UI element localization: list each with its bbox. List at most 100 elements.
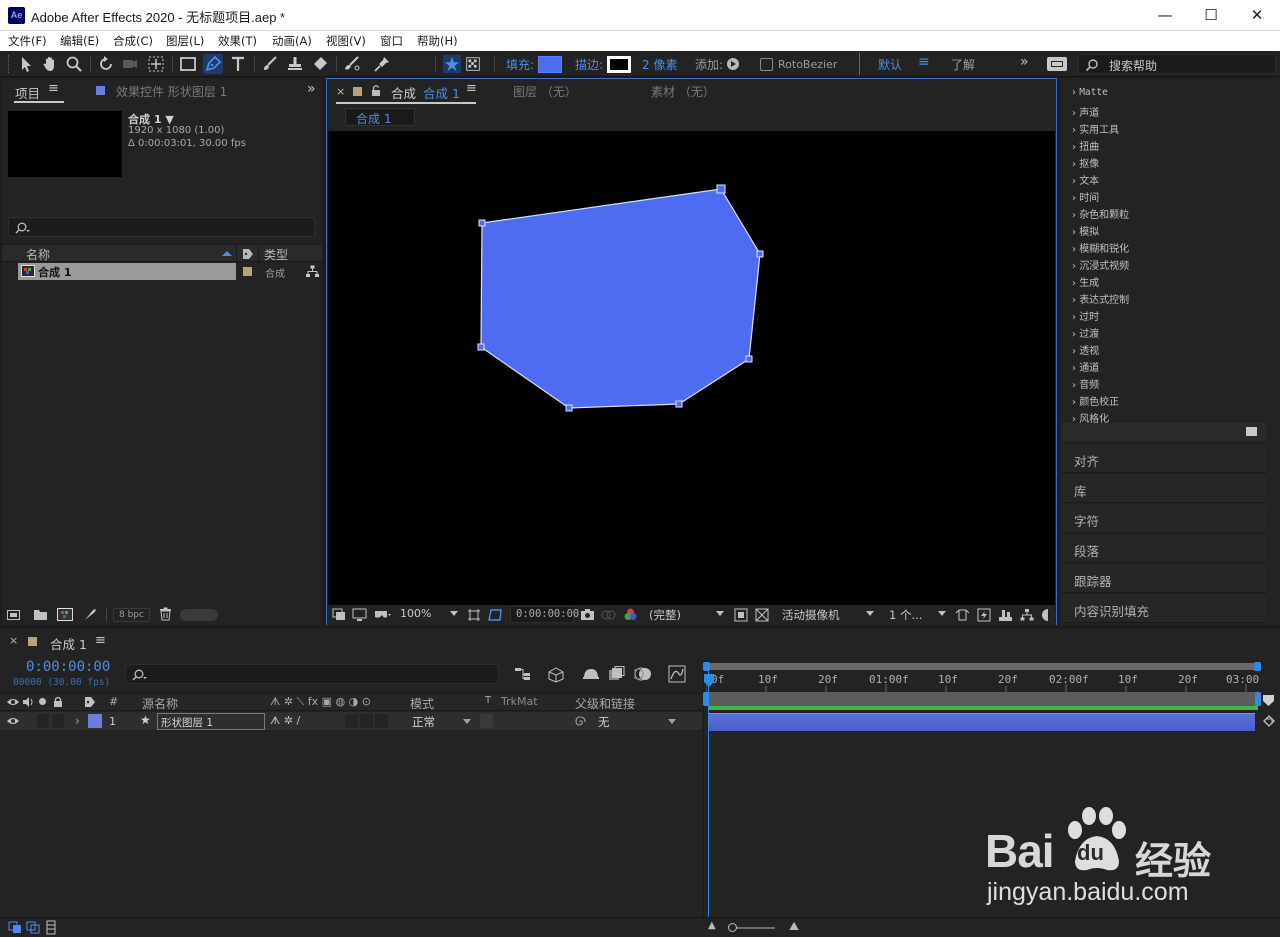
switches-header[interactable]: ᗑ ✲ ⟍ fx ▣ ◍ ◑ ⊙ [270, 695, 371, 709]
column-name-header[interactable]: 名称 [26, 246, 50, 263]
composition-canvas[interactable] [328, 131, 1055, 605]
preserve-transparency-header[interactable]: T [485, 695, 491, 706]
time-navigator-bar[interactable] [706, 663, 1258, 670]
libraries-panel[interactable]: 库 [1062, 475, 1266, 503]
effect-category-obsolete[interactable]: › 过时 [1072, 308, 1099, 323]
current-time-display[interactable]: 0:00:00:00 [26, 659, 110, 675]
effect-category-noise-grain[interactable]: › 杂色和颗粒 [1072, 206, 1129, 221]
layer-solo-toggle[interactable] [37, 714, 49, 728]
menu-layer[interactable]: 图层(L) [166, 33, 204, 49]
pen-tool-icon[interactable] [203, 54, 223, 74]
menu-window[interactable]: 窗口 [380, 33, 403, 49]
stroke-width-value[interactable]: 2 像素 [642, 56, 677, 73]
effect-category-channel[interactable]: › 声道 [1072, 104, 1099, 119]
hand-tool-icon[interactable] [40, 54, 60, 74]
effect-category-distort[interactable]: › 扭曲 [1072, 138, 1099, 153]
zoom-in-mountain-icon[interactable]: ⛰ [789, 919, 799, 934]
mask-visibility-icon[interactable] [488, 608, 503, 622]
timeline-icon[interactable] [998, 608, 1013, 622]
layer-mode-dropdown[interactable]: 正常 [406, 713, 474, 730]
solo-header-icon[interactable] [39, 698, 46, 705]
menu-effect[interactable]: 效果(T) [218, 33, 257, 49]
shy-layers-icon[interactable] [582, 666, 600, 682]
show-snapshot-icon[interactable] [601, 608, 616, 622]
source-name-header[interactable]: 源名称 [142, 695, 178, 712]
rgb-channel-icon[interactable] [623, 607, 638, 622]
project-tab-menu-icon[interactable]: ≡ [48, 81, 59, 96]
new-folder-icon[interactable] [33, 608, 48, 621]
pan-behind-tool-icon[interactable] [146, 54, 166, 74]
type-tool-icon[interactable] [228, 54, 248, 74]
rotobezier-checkbox[interactable] [760, 58, 773, 71]
align-panel[interactable]: 对齐 [1062, 445, 1266, 473]
effect-category-text[interactable]: › 文本 [1072, 172, 1099, 187]
add-menu-icon[interactable] [727, 58, 739, 70]
sort-ascending-icon[interactable] [222, 251, 232, 256]
zoom-tool-icon[interactable] [64, 54, 84, 74]
shape-layer-canvas[interactable] [328, 131, 1055, 605]
label-tag-icon[interactable] [242, 248, 254, 260]
pick-whip-spiral-icon[interactable] [573, 715, 586, 728]
brush-tool-icon[interactable] [260, 54, 280, 74]
track-matte-header[interactable]: TrkMat [501, 695, 538, 708]
zoom-level-dropdown[interactable]: 100% [400, 607, 431, 620]
work-area-end-handle[interactable] [1255, 692, 1261, 706]
project-search-input[interactable] [8, 217, 315, 237]
eraser-tool-icon[interactable] [310, 54, 330, 74]
roto-brush-tool-icon[interactable] [342, 54, 362, 74]
rectangle-tool-icon[interactable] [178, 54, 198, 74]
timeline-tab-menu-icon[interactable]: ≡ [95, 633, 106, 648]
menu-file[interactable]: 文件(F) [8, 33, 47, 49]
new-composition-icon[interactable] [57, 608, 73, 621]
frame-blending-icon[interactable] [608, 666, 625, 682]
effect-category-time[interactable]: › 时间 [1072, 189, 1099, 204]
tracker-panel[interactable]: 跟踪器 [1062, 565, 1266, 593]
timeline-zoom-knob[interactable] [728, 923, 737, 932]
lock-icon[interactable] [371, 84, 381, 97]
monitor-icon[interactable] [352, 608, 367, 622]
layer-visibility-icon[interactable] [6, 716, 20, 726]
effect-category-perspective[interactable]: › 透视 [1072, 342, 1099, 357]
reset-exposure-icon[interactable] [1041, 608, 1055, 622]
layer-switch-slot[interactable] [345, 714, 358, 728]
effect-category-generate[interactable]: › 生成 [1072, 274, 1099, 289]
audio-header-icon[interactable] [22, 696, 34, 708]
zoom-out-mountain-icon[interactable]: ▲ [708, 920, 716, 931]
close-tab-icon[interactable]: × [9, 634, 18, 647]
mode-header[interactable]: 模式 [410, 695, 434, 712]
interpret-footage-icon[interactable] [7, 608, 21, 621]
motion-blur-icon[interactable] [634, 666, 652, 683]
footage-viewer-tab[interactable]: 素材 （无） [651, 83, 715, 100]
thumbnail-size-slider[interactable] [180, 609, 218, 621]
camera-snapshot-icon[interactable] [580, 608, 595, 622]
effect-category-expression-controls[interactable]: › 表达式控制 [1072, 291, 1129, 306]
camera-tool-icon[interactable] [120, 54, 140, 74]
chevron-down-icon[interactable] [716, 611, 724, 616]
effect-controls-tab[interactable]: 效果控件 形状图层 1 [116, 83, 227, 100]
timeline-tab-name[interactable]: 合成 1 [50, 634, 87, 653]
new-folder-icon[interactable] [1246, 427, 1257, 436]
bit-depth-button[interactable]: 8 bpc [113, 608, 150, 622]
resolution-dropdown[interactable]: (完整) [649, 607, 681, 623]
tool-creates-mask-icon[interactable] [464, 55, 482, 73]
layer-viewer-tab[interactable]: 图层 （无） [513, 83, 577, 100]
paragraph-panel[interactable]: 段落 [1062, 535, 1266, 563]
work-area-bar[interactable] [708, 692, 1258, 706]
project-tab[interactable]: 项目 [15, 83, 40, 102]
minimize-button[interactable]: — [1142, 0, 1188, 31]
effect-category-audio[interactable]: › 音频 [1072, 376, 1099, 391]
puppet-pin-tool-icon[interactable] [372, 54, 392, 74]
effect-category-utility[interactable]: › 实用工具 [1072, 121, 1119, 136]
resolution-grid-icon[interactable] [467, 608, 481, 622]
fast-previews-icon[interactable] [977, 608, 991, 622]
character-panel[interactable]: 字符 [1062, 505, 1266, 533]
selection-tool-icon[interactable] [16, 54, 36, 74]
comp-navigator-tab[interactable]: 合成 1 [345, 108, 415, 126]
view-layout-dropdown[interactable]: 1 个... [889, 607, 922, 623]
column-type-header[interactable]: 类型 [264, 246, 288, 263]
transparency-grid-icon[interactable] [755, 608, 769, 622]
effect-category-blur-sharpen[interactable]: › 模糊和锐化 [1072, 240, 1129, 255]
effect-category-immersive-video[interactable]: › 沉浸式视频 [1072, 257, 1129, 272]
chevron-down-icon[interactable] [938, 611, 946, 616]
label-header-icon[interactable] [84, 696, 96, 708]
